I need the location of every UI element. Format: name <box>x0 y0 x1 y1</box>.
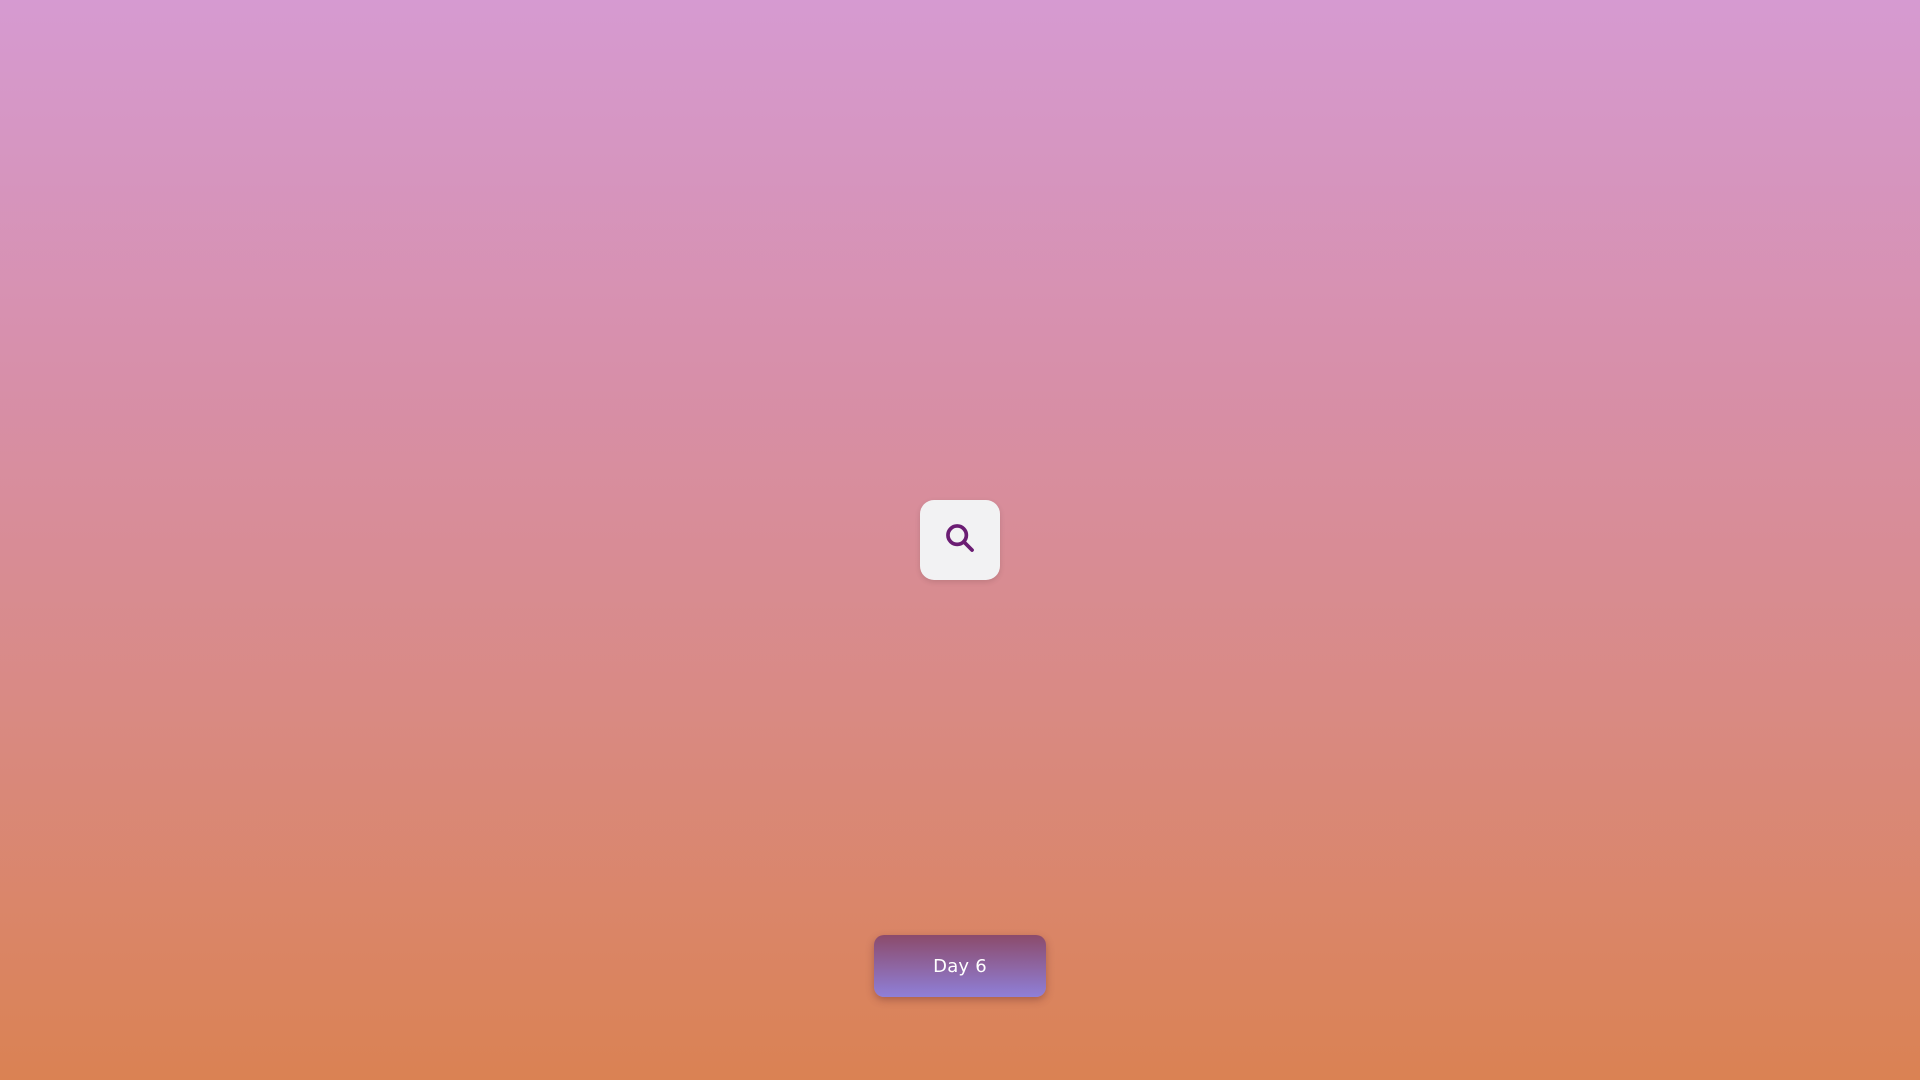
day-indicator-button[interactable]: Day 6 <box>874 935 1046 997</box>
day-label: Day 6 <box>933 955 987 977</box>
search-button[interactable] <box>920 500 1000 580</box>
search-icon <box>943 521 977 559</box>
